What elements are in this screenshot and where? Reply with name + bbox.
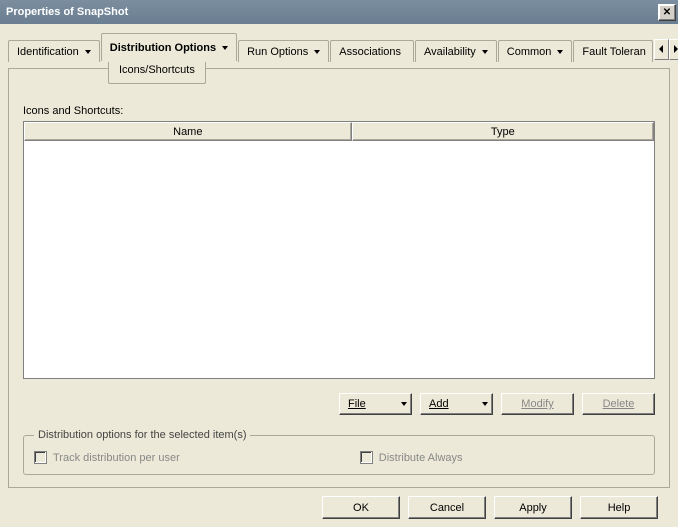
tab-associations[interactable]: Associations (330, 40, 414, 62)
tab-availability[interactable]: Availability (415, 40, 497, 62)
tab-common[interactable]: Common (498, 40, 573, 62)
button-label: Apply (519, 502, 547, 514)
icons-shortcuts-list[interactable]: Name Type (23, 121, 655, 379)
close-button[interactable]: ✕ (658, 4, 676, 21)
tab-label: Run Options (247, 46, 308, 58)
list-header: Name Type (24, 122, 654, 141)
tab-label: Fault Toleran (582, 46, 645, 58)
ok-button[interactable]: OK (322, 496, 400, 519)
button-label: Modify (502, 398, 573, 410)
add-button[interactable]: Add (420, 393, 493, 415)
file-button[interactable]: File (339, 393, 412, 415)
checkbox-label: Track distribution per user (53, 452, 180, 464)
tab-label: Distribution Options (110, 42, 216, 54)
button-label: OK (353, 502, 369, 514)
chevron-down-icon (222, 46, 228, 50)
tab-label: Associations (339, 46, 401, 58)
distribute-always-checkbox: Distribute Always (360, 451, 463, 464)
button-label: Help (608, 502, 631, 514)
list-button-row: File Add Modify Delete (23, 393, 655, 415)
tab-identification[interactable]: Identification (8, 40, 100, 62)
track-distribution-checkbox: Track distribution per user (34, 451, 180, 464)
dialog-button-row: OK Cancel Apply Help (8, 488, 670, 519)
checkbox-icon (34, 451, 47, 464)
checkbox-row: Track distribution per user Distribute A… (34, 451, 644, 464)
panel-label: Icons and Shortcuts: (23, 105, 655, 117)
column-label: Type (491, 126, 515, 138)
chevron-down-icon (557, 50, 563, 54)
tab-scroll-left[interactable] (654, 39, 669, 60)
groupbox-legend: Distribution options for the selected it… (34, 429, 250, 441)
checkbox-label: Distribute Always (379, 452, 463, 464)
chevron-down-icon (85, 50, 91, 54)
modify-button: Modify (501, 393, 574, 415)
tab-label: Availability (424, 46, 476, 58)
chevron-down-icon (482, 402, 488, 406)
chevron-right-icon (674, 45, 678, 53)
tab-distribution-options[interactable]: Distribution Options (101, 33, 237, 61)
subtab-label: Icons/Shortcuts (119, 64, 195, 76)
close-icon: ✕ (663, 7, 671, 18)
content-area: Identification Distribution Options Run … (0, 24, 678, 527)
tab-run-options[interactable]: Run Options (238, 40, 329, 62)
button-label: Delete (583, 398, 654, 410)
button-label: Cancel (430, 502, 464, 514)
checkbox-icon (360, 451, 373, 464)
tab-label: Identification (17, 46, 79, 58)
column-header-name[interactable]: Name (24, 122, 352, 141)
chevron-left-icon (659, 45, 663, 53)
column-label: Name (173, 126, 202, 138)
column-header-type[interactable]: Type (352, 122, 654, 141)
button-label: File (340, 398, 401, 410)
apply-button[interactable]: Apply (494, 496, 572, 519)
tab-bar: Identification Distribution Options Run … (8, 32, 670, 66)
tab-panel: Icons and Shortcuts: Name Type File Add (8, 68, 670, 488)
help-button[interactable]: Help (580, 496, 658, 519)
delete-button: Delete (582, 393, 655, 415)
tab-label: Common (507, 46, 552, 58)
titlebar: Properties of SnapShot ✕ (0, 0, 678, 24)
chevron-down-icon (401, 402, 407, 406)
chevron-down-icon (482, 50, 488, 54)
tab-scroll-right[interactable] (669, 39, 678, 60)
button-label: Add (421, 398, 482, 410)
chevron-down-icon (314, 50, 320, 54)
window-title: Properties of SnapShot (6, 6, 657, 18)
distribution-options-group: Distribution options for the selected it… (23, 429, 655, 475)
cancel-button[interactable]: Cancel (408, 496, 486, 519)
tab-fault-tolerance[interactable]: Fault Toleran (573, 40, 652, 62)
tab-scroll-controls (654, 39, 678, 60)
list-body[interactable] (24, 141, 654, 378)
subtab-icons-shortcuts[interactable]: Icons/Shortcuts (108, 62, 206, 84)
